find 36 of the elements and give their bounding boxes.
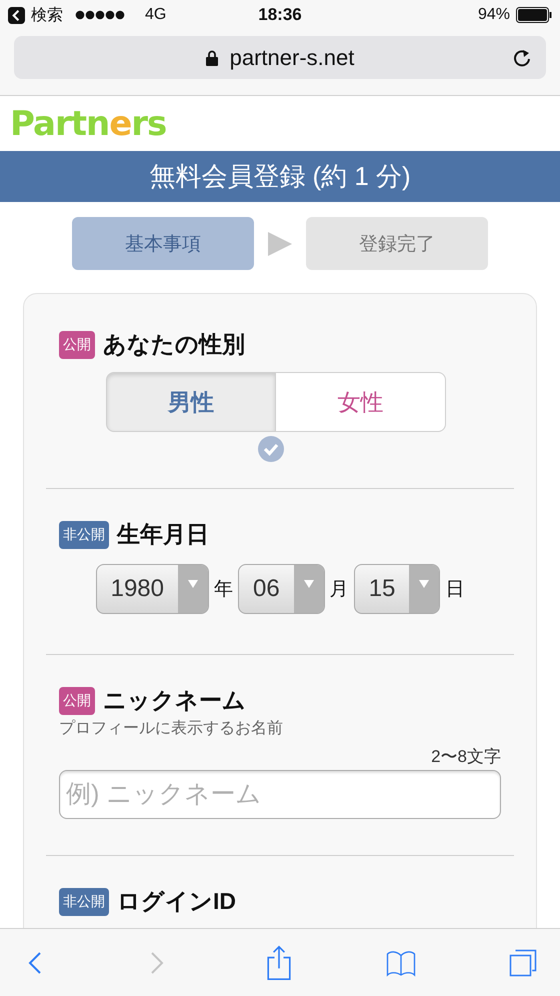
nickname-field[interactable]: 例) ニックネーム — [59, 770, 501, 819]
date-unit: 月 — [330, 578, 349, 602]
lock-icon — [206, 50, 218, 66]
dropdown-icon — [304, 580, 314, 588]
battery-icon — [516, 7, 552, 23]
visibility-tag: 非公開 — [59, 888, 109, 916]
dropdown-icon — [419, 580, 430, 588]
back-icon[interactable] — [8, 6, 25, 24]
length-hint: 2〜8文字 — [431, 746, 501, 768]
date-select[interactable]: 06 — [238, 564, 325, 614]
field-hint: プロフィールに表示するお名前 — [59, 718, 284, 739]
url-text: partner-s.net — [230, 44, 354, 70]
gender-option[interactable]: 男性 — [106, 372, 276, 432]
signal-icon — [75, 10, 125, 20]
address-bar[interactable]: partner-s.net — [14, 36, 546, 79]
clock: 18:36 — [258, 5, 302, 25]
field-label: ログインID — [117, 887, 236, 916]
visibility-tag: 公開 — [59, 330, 95, 358]
date-unit: 年 — [214, 578, 233, 602]
visibility-tag: 非公開 — [59, 520, 109, 548]
dropdown-icon — [188, 580, 198, 588]
reload-icon[interactable] — [512, 48, 532, 68]
date-select[interactable]: 15 — [354, 564, 440, 614]
back-label[interactable]: 検索 — [31, 4, 63, 26]
step-arrow-icon — [268, 232, 292, 256]
field-label: ニックネーム — [103, 686, 246, 715]
page-header: 無料会員登録 (約 1 分) — [0, 151, 560, 202]
visibility-tag: 公開 — [59, 686, 95, 714]
date-select[interactable]: 1980 — [96, 564, 209, 614]
check-icon — [258, 436, 284, 462]
field-label: あなたの性別 — [103, 330, 245, 359]
gender-option[interactable]: 女性 — [276, 372, 446, 432]
field-label: 生年月日 — [117, 520, 209, 549]
carrier-label: 4G — [145, 6, 166, 24]
date-unit: 日 — [445, 578, 464, 602]
battery-percent: 94% — [478, 6, 510, 24]
